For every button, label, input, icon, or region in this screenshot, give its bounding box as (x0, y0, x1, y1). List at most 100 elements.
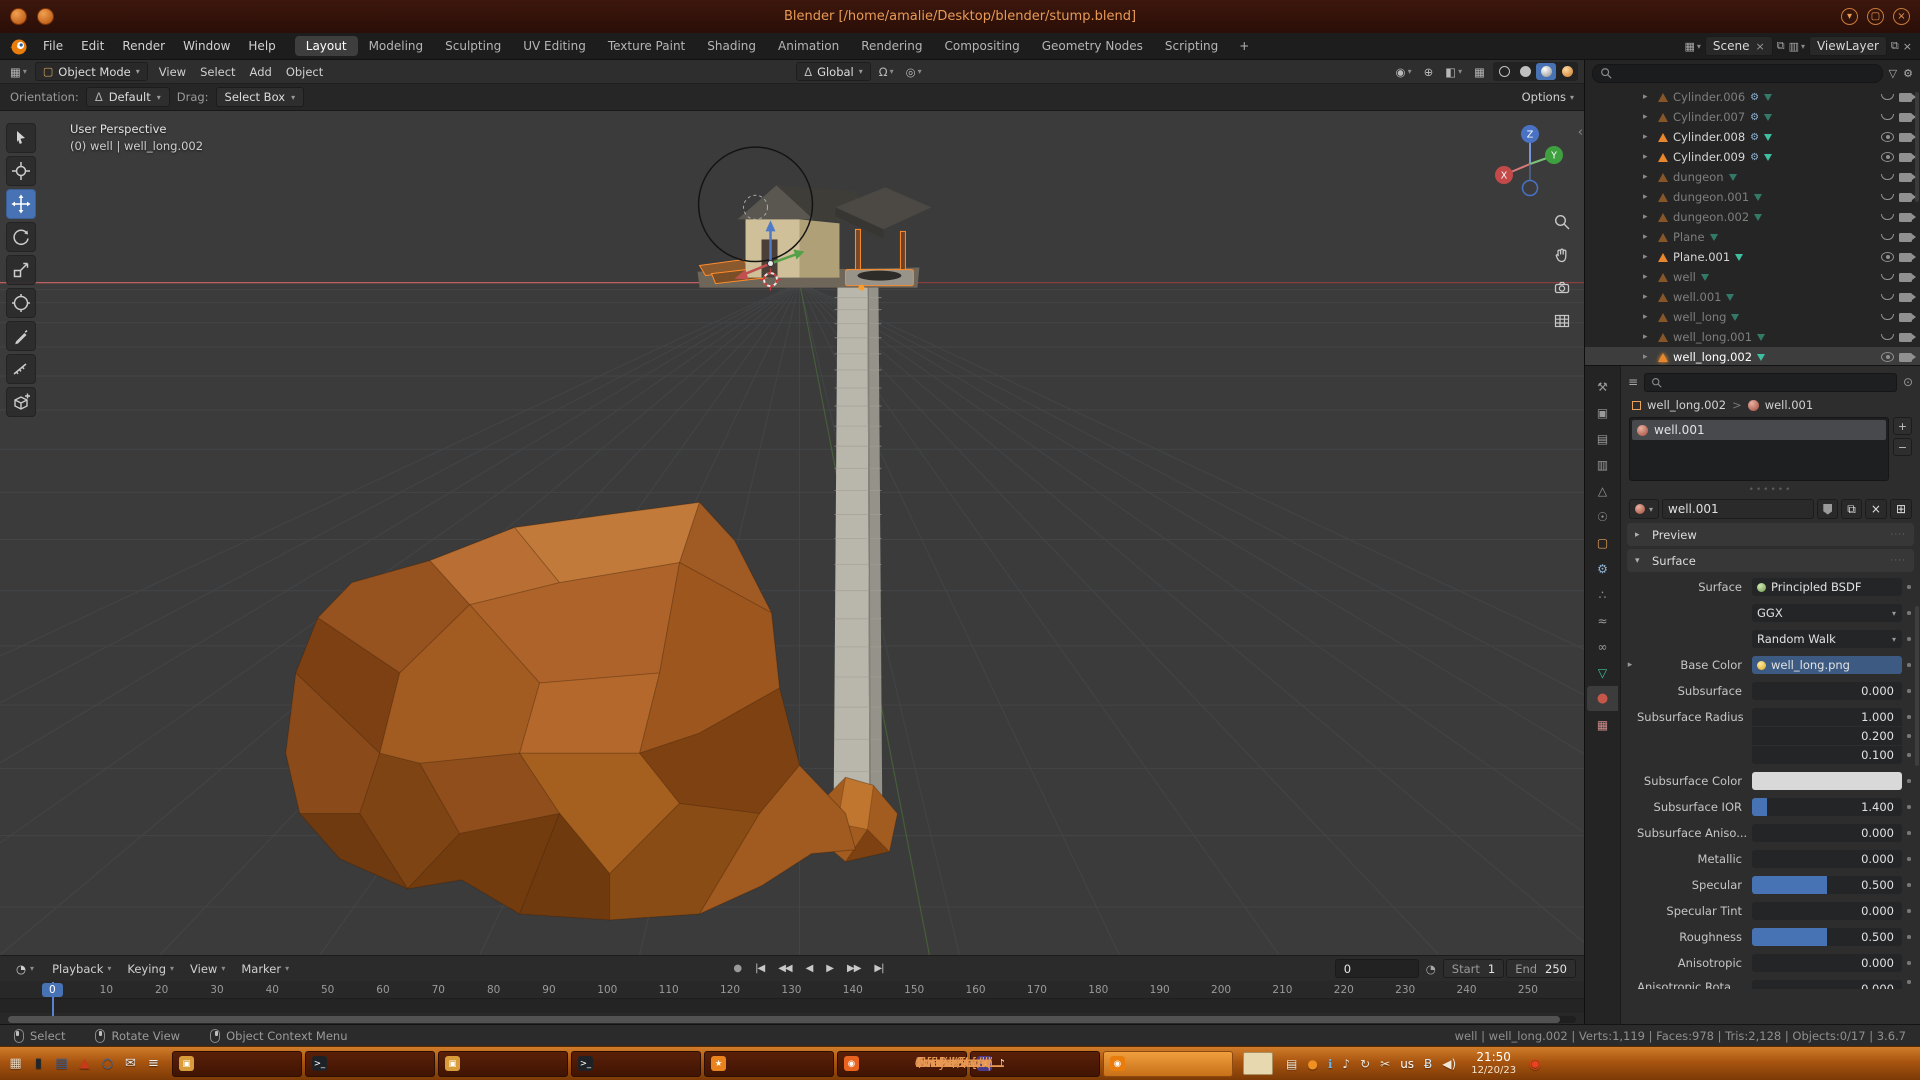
remove-slot-button[interactable]: − (1893, 438, 1912, 456)
playhead-frame-badge[interactable]: 0 (42, 983, 63, 997)
playback-button[interactable]: ▶▶ (841, 962, 866, 975)
disclosure-arrow[interactable]: ▸ (1623, 660, 1637, 670)
decorator-dot[interactable] (1902, 961, 1916, 965)
taskbar-window-button[interactable]: ◗ Parsec ♪ (970, 1051, 1100, 1077)
timeline-ruler[interactable]: 0102030405060708090100110120130140150160… (0, 981, 1584, 1024)
tray-placeholder-box[interactable] (1243, 1052, 1273, 1075)
gizmos-toggle-icon[interactable]: ⊕ (1420, 65, 1438, 79)
property-field[interactable]: 0.000 ▾ (1752, 850, 1902, 868)
disable-in-renders-toggle[interactable] (1899, 293, 1912, 302)
material-name-field[interactable]: well.001 (1662, 499, 1814, 519)
outliner-row[interactable]: ▸ well ⚙ (1585, 267, 1920, 287)
hide-in-viewport-toggle[interactable] (1881, 352, 1894, 362)
tray-icon[interactable]: ♪ (1342, 1057, 1350, 1071)
disable-in-renders-toggle[interactable] (1899, 333, 1912, 342)
disable-in-renders-toggle[interactable] (1899, 353, 1912, 362)
timeline-menu[interactable]: Keying▾ (119, 962, 182, 976)
outliner-row[interactable]: ▸ well_long.002 ⚙ (1585, 347, 1920, 365)
window-titlebar[interactable]: Blender [/home/amalie/Desktop/blender/st… (0, 0, 1920, 33)
rendered-shading-icon[interactable] (1557, 63, 1577, 80)
frame-start-field[interactable]: Start1 (1443, 959, 1504, 978)
drag-setting-dropdown[interactable]: Select Box▾ (216, 87, 305, 107)
taskbar-window-button[interactable]: ◉ Blender [/h... ♪ (1103, 1051, 1233, 1077)
launcher-icon[interactable]: ▤ (51, 1053, 72, 1075)
menubar-menu[interactable]: Render (113, 37, 174, 55)
cursor-tool[interactable] (6, 156, 36, 186)
tray-icon[interactable]: ▤ (1286, 1057, 1297, 1071)
properties-tab[interactable] (1587, 712, 1618, 737)
surface-panel-header[interactable]: ▾Surface···· (1627, 549, 1914, 572)
transform-orientation-dropdown[interactable]: ΔGlobal▾ (796, 62, 871, 81)
outliner-row[interactable]: ▸ dungeon.001 ⚙ (1585, 187, 1920, 207)
taskbar-window-button[interactable]: >_ diffuse : zsh... ♪ (305, 1051, 435, 1077)
workspace-tab[interactable]: Animation (767, 36, 850, 56)
filter-funnel-icon[interactable]: ▽ (1889, 67, 1897, 80)
add-cube-tool[interactable] (6, 387, 36, 417)
slot-list-grip[interactable]: •••••• (1621, 484, 1920, 496)
hide-in-viewport-toggle[interactable] (1881, 94, 1894, 100)
material-preview-shading-icon[interactable] (1536, 63, 1556, 80)
decorator-dot[interactable] (1902, 663, 1916, 667)
browse-viewlayer-icon[interactable]: ▥▾ (1789, 40, 1805, 53)
new-scene-icon[interactable]: ⧉ (1777, 39, 1785, 53)
solid-shading-icon[interactable] (1515, 63, 1535, 80)
browse-scene-icon[interactable]: ▦▾ (1684, 40, 1700, 53)
outliner-row[interactable]: ▸ Cylinder.008 ⚙ (1585, 127, 1920, 147)
taskbar-window-button[interactable]: ▣ /media/am... ♪ (438, 1051, 568, 1077)
disclosure-arrow[interactable]: ▸ (1643, 192, 1653, 202)
sidebar-collapse-arrow[interactable]: ‹ (1578, 125, 1583, 140)
scene-selector[interactable]: Scene× (1705, 36, 1773, 56)
properties-tab[interactable] (1587, 374, 1618, 399)
viewport-scene[interactable] (0, 111, 1584, 955)
property-field[interactable]: 0.000 ▾ (1752, 980, 1902, 989)
decorator-dot[interactable] (1902, 935, 1916, 939)
properties-tab[interactable] (1587, 504, 1618, 529)
disclosure-arrow[interactable]: ▸ (1643, 132, 1653, 142)
tray-icon[interactable]: Ƀ (1424, 1057, 1432, 1071)
taskbar-window-button[interactable]: >_ twily.info ~/... ♪ (571, 1051, 701, 1077)
tray-icon[interactable]: ↻ (1360, 1057, 1370, 1071)
workspace-tab[interactable]: Rendering (850, 36, 933, 56)
node-editor-icon[interactable]: ⊞ (1890, 499, 1912, 519)
disclosure-arrow[interactable]: ▸ (1643, 92, 1653, 102)
tray-icon[interactable]: ● (1307, 1057, 1317, 1071)
show-object-types-icon[interactable]: ◉▾ (1392, 65, 1416, 79)
property-field[interactable]: 0.000 ▾ (1752, 954, 1902, 972)
launcher-icon[interactable]: ≡ (143, 1053, 164, 1075)
workspace-tab[interactable]: Modeling (358, 36, 435, 56)
workspace-tab[interactable]: Sculpting (434, 36, 512, 56)
editor-type-icon[interactable]: ▦▾ (6, 65, 31, 79)
mode-dropdown[interactable]: ▢Object Mode▾ (35, 62, 148, 81)
hide-in-viewport-toggle[interactable] (1881, 294, 1894, 300)
disclosure-arrow[interactable]: ▸ (1643, 212, 1653, 222)
disclosure-arrow[interactable]: ▸ (1643, 112, 1653, 122)
property-field[interactable]: 0.500 ▾ (1752, 876, 1902, 894)
decorator-dot[interactable] (1902, 909, 1916, 913)
add-workspace-button[interactable]: + (1231, 37, 1257, 55)
auto-keying-icon[interactable]: ● (728, 963, 747, 974)
decorator-dot[interactable] (1902, 980, 1916, 984)
transform-tool[interactable] (6, 288, 36, 318)
property-field[interactable]: 0.200 ▾ (1752, 727, 1902, 745)
annotate-tool[interactable] (6, 321, 36, 351)
playback-button[interactable]: ▶| (868, 962, 889, 975)
property-field[interactable]: 0.000 ▾ (1752, 902, 1902, 920)
outliner-row[interactable]: ▸ well_long ⚙ (1585, 307, 1920, 327)
outliner-row[interactable]: ▸ dungeon.002 ⚙ (1585, 207, 1920, 227)
decorator-dot[interactable] (1902, 753, 1916, 757)
clock[interactable]: 21:50 12/20/23 (1471, 1051, 1516, 1076)
decorator-dot[interactable] (1902, 779, 1916, 783)
new-viewlayer-icon[interactable]: ⧉ (1891, 39, 1899, 53)
orientation-gizmo[interactable]: Z X Y (1484, 117, 1576, 209)
properties-tab[interactable] (1587, 400, 1618, 425)
unlink-scene-icon[interactable]: × (1755, 40, 1764, 53)
timeline-menu[interactable]: Playback▾ (44, 962, 119, 976)
outliner-row[interactable]: ▸ dungeon ⚙ (1585, 167, 1920, 187)
breadcrumb-object[interactable]: well_long.002 (1647, 398, 1726, 412)
outliner-row[interactable]: ▸ Cylinder.009 ⚙ (1585, 147, 1920, 167)
viewport-menu[interactable]: View (152, 65, 193, 79)
playback-button[interactable]: ▶ (820, 962, 839, 975)
hide-in-viewport-toggle[interactable] (1881, 194, 1894, 200)
hide-in-viewport-toggle[interactable] (1881, 274, 1894, 280)
properties-tab[interactable] (1587, 556, 1618, 581)
